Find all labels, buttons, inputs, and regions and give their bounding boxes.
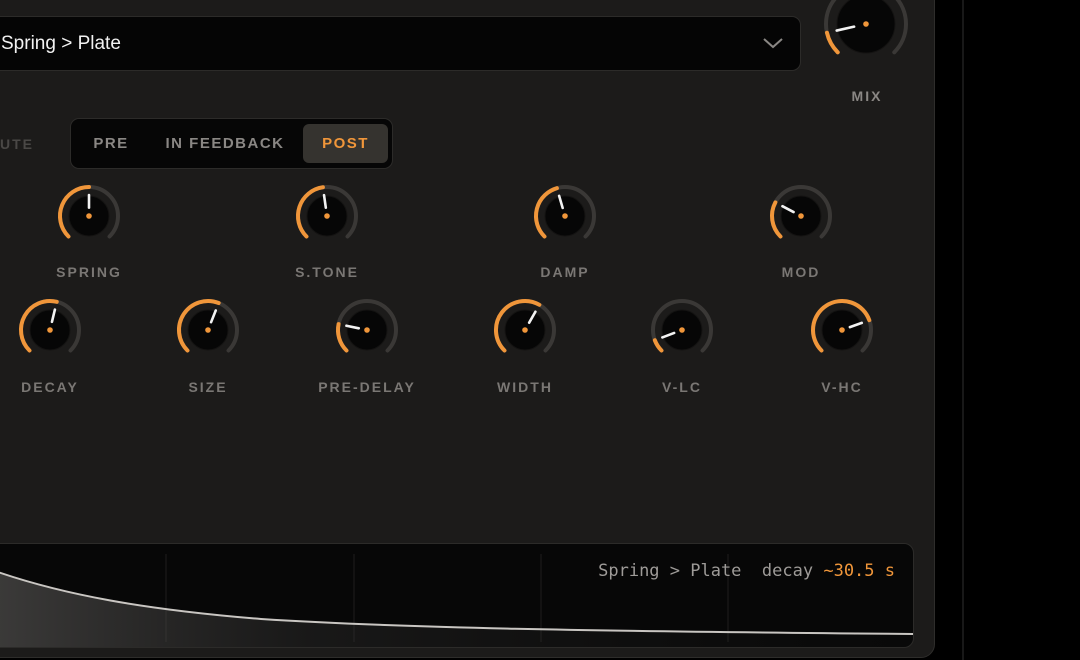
- vhc-label: V-HC: [821, 379, 863, 395]
- vlc-label: V-LC: [662, 379, 702, 395]
- readout-param: decay: [761, 561, 814, 581]
- knob-pointer: [322, 193, 328, 209]
- route-selector: PRE IN FEEDBACK POST: [70, 118, 393, 169]
- knob-center-dot: [324, 213, 330, 219]
- knob-value-arc: [652, 338, 664, 353]
- predelay-knob[interactable]: [331, 294, 403, 366]
- route-post-button[interactable]: POST: [303, 124, 388, 163]
- route-label: UTE: [0, 136, 34, 152]
- readout-value: ~30.5 s: [823, 561, 895, 581]
- knob-center-dot: [798, 213, 804, 219]
- decay-graph: Spring > Plate decay ~30.5 s: [0, 543, 914, 648]
- mod-knob[interactable]: [765, 180, 837, 252]
- vlc-knob[interactable]: [646, 294, 718, 366]
- route-pre-button[interactable]: PRE: [77, 124, 145, 163]
- knob-center-dot: [364, 327, 370, 333]
- decay-knob[interactable]: [14, 294, 86, 366]
- mix-knob[interactable]: [816, 0, 916, 74]
- decay-curve: [0, 554, 913, 647]
- decay-readout: Spring > Plate decay ~30.5 s: [598, 561, 895, 581]
- mix-knob-wrap: [816, 0, 916, 79]
- predelay-label: PRE-DELAY: [318, 379, 416, 395]
- decay-label: DECAY: [21, 379, 79, 395]
- knob-center-dot: [562, 213, 568, 219]
- vhc-knob[interactable]: [806, 294, 878, 366]
- knob-value-arc: [824, 30, 840, 55]
- knob-center-dot: [679, 327, 685, 333]
- chevron-down-icon: [763, 38, 783, 49]
- knob-center-dot: [86, 213, 92, 219]
- preset-dropdown[interactable]: Spring > Plate: [0, 16, 801, 71]
- knob-center-dot: [522, 327, 528, 333]
- spring-knob[interactable]: [53, 180, 125, 252]
- size-label: SIZE: [188, 379, 228, 395]
- stone-knob[interactable]: [291, 180, 363, 252]
- readout-preset: Spring > Plate: [598, 561, 742, 581]
- width-knob[interactable]: [489, 294, 561, 366]
- knob-value-arc: [336, 322, 349, 353]
- spring-label: SPRING: [56, 264, 122, 280]
- knob-center-dot: [205, 327, 211, 333]
- mod-label: MOD: [781, 264, 821, 280]
- window-divider: [962, 0, 964, 660]
- knob-center-dot: [47, 327, 53, 333]
- route-in-feedback-button[interactable]: IN FEEDBACK: [157, 124, 293, 163]
- preset-name: Spring > Plate: [1, 33, 121, 54]
- damp-label: DAMP: [540, 264, 590, 280]
- size-knob[interactable]: [172, 294, 244, 366]
- stone-label: S.TONE: [295, 264, 359, 280]
- knob-center-dot: [863, 21, 869, 27]
- damp-knob[interactable]: [529, 180, 601, 252]
- knob-center-dot: [839, 327, 845, 333]
- mix-label: MIX: [851, 88, 883, 104]
- width-label: WIDTH: [497, 379, 553, 395]
- knob-value-arc: [770, 200, 783, 239]
